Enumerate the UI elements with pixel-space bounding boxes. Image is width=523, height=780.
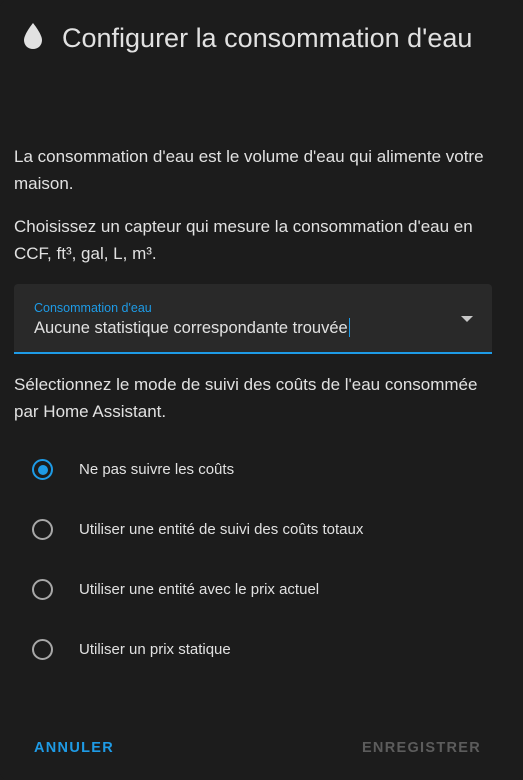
radio-label: Utiliser une entité de suivi des coûts t… bbox=[79, 521, 364, 538]
water-consumption-dialog: Configurer la consommation d'eau La cons… bbox=[0, 0, 523, 780]
dropdown-arrow-icon[interactable] bbox=[461, 316, 473, 322]
cost-option-no-tracking[interactable]: Ne pas suivre les coûts bbox=[30, 457, 490, 487]
cost-option-total-cost-entity[interactable]: Utiliser une entité de suivi des coûts t… bbox=[30, 517, 490, 547]
description-text: La consommation d'eau est le volume d'ea… bbox=[14, 147, 484, 193]
select-value[interactable]: Aucune statistique correspondante trouvé… bbox=[34, 318, 350, 338]
select-value-text: Aucune statistique correspondante trouvé… bbox=[34, 319, 348, 337]
radio-button[interactable] bbox=[32, 519, 53, 540]
select-label: Consommation d'eau bbox=[34, 301, 152, 315]
cost-intro-text: Sélectionnez le mode de suivi des coûts … bbox=[14, 375, 478, 421]
radio-label: Utiliser un prix statique bbox=[79, 641, 231, 658]
radio-button[interactable] bbox=[32, 579, 53, 600]
cost-option-static-price[interactable]: Utiliser un prix statique bbox=[30, 637, 490, 667]
radio-label: Ne pas suivre les coûts bbox=[79, 461, 235, 478]
radio-label: Utiliser une entité avec le prix actuel bbox=[79, 581, 320, 598]
text-cursor bbox=[348, 318, 350, 337]
water-drop-icon bbox=[24, 23, 42, 49]
dialog-title: Configurer la consommation d'eau bbox=[14, 18, 484, 58]
dialog-title-text: Configurer la consommation d'eau bbox=[62, 23, 473, 53]
radio-button[interactable] bbox=[32, 639, 53, 660]
cancel-button[interactable]: ANNULER bbox=[34, 740, 114, 756]
water-consumption-select[interactable]: Consommation d'eau Aucune statistique co… bbox=[14, 284, 492, 354]
cost-option-current-price-entity[interactable]: Utiliser une entité avec le prix actuel bbox=[30, 577, 490, 607]
sensor-hint-text: Choisissez un capteur qui mesure la cons… bbox=[14, 217, 473, 263]
radio-button-checked[interactable] bbox=[32, 459, 53, 480]
save-button[interactable]: ENREGISTRER bbox=[362, 740, 481, 756]
